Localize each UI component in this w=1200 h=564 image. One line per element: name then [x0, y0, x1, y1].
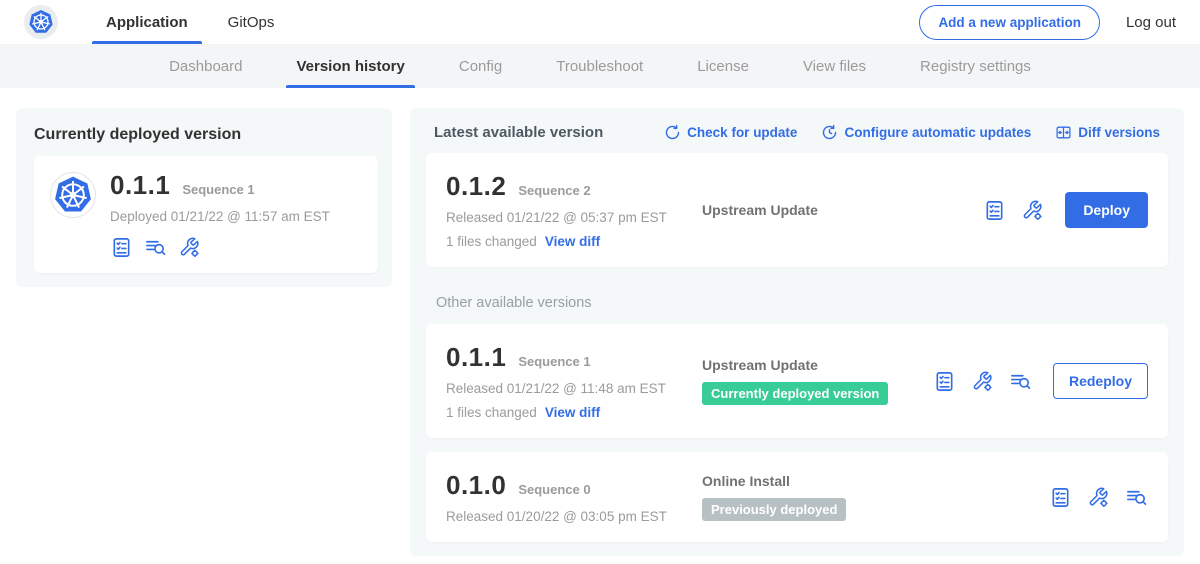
version-number: 0.1.0: [446, 470, 506, 501]
deployed-actions: [110, 236, 330, 259]
preflight-checks-icon[interactable]: [110, 236, 133, 259]
configure-automatic-updates-link[interactable]: Configure automatic updates: [821, 124, 1031, 141]
version-row-source: Online Install Previously deployed: [702, 473, 846, 521]
version-row-actions: Redeploy: [933, 363, 1148, 399]
subnav-tab-label: Dashboard: [169, 58, 242, 75]
subnav-tab-config[interactable]: Config: [449, 44, 512, 88]
version-row-actions: Deploy: [983, 192, 1148, 228]
view-diff-link[interactable]: View diff: [545, 405, 600, 420]
latest-version-title: Latest available version: [434, 124, 603, 141]
subnav-tab-license[interactable]: License: [687, 44, 759, 88]
files-changed-line: 1 files changed View diff: [446, 234, 702, 249]
top-nav-bar: Application GitOps Add a new application…: [0, 0, 1200, 44]
version-row-source: Upstream Update Currently deployed versi…: [702, 357, 888, 405]
version-row-actions: [1049, 486, 1148, 509]
preflight-checks-icon[interactable]: [983, 199, 1006, 222]
top-bar-right: Add a new application Log out: [919, 0, 1176, 44]
preflight-checks-icon[interactable]: [1049, 486, 1072, 509]
refresh-icon: [664, 124, 681, 141]
tab-application[interactable]: Application: [92, 0, 202, 44]
tab-gitops[interactable]: GitOps: [214, 0, 289, 44]
version-row-0-1-1: 0.1.1 Sequence 1 Released 01/21/22 @ 11:…: [426, 324, 1168, 438]
subnav-tab-troubleshoot[interactable]: Troubleshoot: [546, 44, 653, 88]
view-diff-link[interactable]: View diff: [545, 234, 600, 249]
diff-versions-link[interactable]: Diff versions: [1055, 124, 1160, 141]
source-label: Upstream Update: [702, 357, 818, 373]
diff-versions-label: Diff versions: [1078, 125, 1160, 140]
sequence-label: Sequence 0: [518, 482, 590, 497]
panel-header: Latest available version Check for updat…: [426, 122, 1168, 153]
version-number: 0.1.1: [446, 342, 506, 373]
released-timestamp: Released 01/20/22 @ 03:05 pm EST: [446, 509, 702, 524]
tab-application-label: Application: [106, 14, 188, 31]
deployed-timestamp: Deployed 01/21/22 @ 11:57 am EST: [110, 209, 330, 224]
subnav-tab-label: Version history: [296, 58, 404, 75]
currently-deployed-badge: Currently deployed version: [702, 382, 888, 405]
version-row-info: 0.1.0 Sequence 0 Released 01/20/22 @ 03:…: [446, 470, 702, 524]
sequence-label: Sequence 2: [518, 183, 590, 198]
version-row-0-1-2: 0.1.2 Sequence 2 Released 01/21/22 @ 05:…: [426, 153, 1168, 267]
configure-automatic-updates-label: Configure automatic updates: [844, 125, 1031, 140]
files-changed-line: 1 files changed View diff: [446, 405, 702, 420]
redeploy-button[interactable]: Redeploy: [1053, 363, 1148, 399]
app-subnav: Dashboard Version history Config Trouble…: [0, 44, 1200, 88]
subnav-tab-view-files[interactable]: View files: [793, 44, 876, 88]
version-number: 0.1.2: [446, 171, 506, 202]
released-timestamp: Released 01/21/22 @ 11:48 am EST: [446, 381, 702, 396]
subnav-tab-label: License: [697, 58, 749, 75]
subnav-tab-label: Troubleshoot: [556, 58, 643, 75]
top-tabs: Application GitOps: [92, 0, 300, 44]
deploy-logs-icon[interactable]: [144, 236, 167, 259]
version-row-source: Upstream Update: [702, 202, 818, 218]
auto-update-clock-icon: [821, 124, 838, 141]
version-row-info: 0.1.1 Sequence 1 Released 01/21/22 @ 11:…: [446, 342, 702, 420]
kubernetes-app-icon: [53, 175, 93, 215]
add-application-button[interactable]: Add a new application: [919, 5, 1100, 40]
kubernetes-logo[interactable]: [24, 5, 58, 39]
check-for-update-link[interactable]: Check for update: [664, 124, 797, 141]
deployed-card-title: Currently deployed version: [34, 126, 378, 144]
subnav-tab-label: Config: [459, 58, 502, 75]
deploy-button[interactable]: Deploy: [1065, 192, 1148, 228]
kubernetes-helm-icon: [28, 9, 54, 35]
panel-actions: Check for update Configure automatic upd…: [664, 124, 1160, 141]
deployed-version-info: 0.1.1 Sequence 1 Deployed 01/21/22 @ 11:…: [110, 170, 330, 259]
subnav-tab-registry-settings[interactable]: Registry settings: [910, 44, 1041, 88]
currently-deployed-card: Currently deployed version 0.1.1 Sequenc…: [16, 108, 392, 287]
subnav-tab-version-history[interactable]: Version history: [286, 44, 414, 88]
subnav-tab-label: View files: [803, 58, 866, 75]
files-changed-count: 1 files changed: [446, 405, 537, 420]
sequence-label: Sequence 1: [518, 354, 590, 369]
source-label: Online Install: [702, 473, 790, 489]
tab-gitops-label: GitOps: [228, 14, 275, 31]
view-config-icon[interactable]: [1021, 199, 1044, 222]
version-row-0-1-0: 0.1.0 Sequence 0 Released 01/20/22 @ 03:…: [426, 452, 1168, 542]
deploy-logs-icon[interactable]: [1125, 486, 1148, 509]
files-changed-count: 1 files changed: [446, 234, 537, 249]
subnav-tab-label: Registry settings: [920, 58, 1031, 75]
deployed-version-card: 0.1.1 Sequence 1 Deployed 01/21/22 @ 11:…: [34, 156, 378, 273]
deployed-sequence-label: Sequence 1: [182, 182, 254, 197]
previously-deployed-badge: Previously deployed: [702, 498, 846, 521]
view-config-icon[interactable]: [178, 236, 201, 259]
logout-link[interactable]: Log out: [1126, 14, 1176, 31]
app-icon-badge: [50, 172, 96, 218]
subnav-tab-dashboard[interactable]: Dashboard: [159, 44, 252, 88]
deploy-logs-icon[interactable]: [1009, 370, 1032, 393]
other-versions-title: Other available versions: [436, 295, 1168, 311]
version-history-panel: Latest available version Check for updat…: [410, 108, 1184, 556]
source-label: Upstream Update: [702, 202, 818, 218]
diff-icon: [1055, 124, 1072, 141]
deployed-version-number: 0.1.1: [110, 170, 170, 201]
released-timestamp: Released 01/21/22 @ 05:37 pm EST: [446, 210, 702, 225]
preflight-checks-icon[interactable]: [933, 370, 956, 393]
version-row-info: 0.1.2 Sequence 2 Released 01/21/22 @ 05:…: [446, 171, 702, 249]
check-for-update-label: Check for update: [687, 125, 797, 140]
view-config-icon[interactable]: [1087, 486, 1110, 509]
main-content: Currently deployed version 0.1.1 Sequenc…: [0, 88, 1200, 556]
view-config-icon[interactable]: [971, 370, 994, 393]
